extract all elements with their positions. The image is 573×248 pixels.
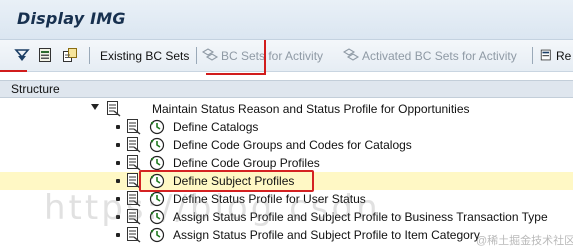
execute-clock-icon[interactable] [149,137,166,153]
document-icon [127,137,141,153]
release-notes-label: Re [556,49,572,63]
release-notes-icon [540,49,551,61]
activated-bc-set-icon [343,48,360,61]
bc-sets-for-activity-label: BC Sets for Activity [221,49,324,63]
release-notes-button[interactable]: Re [540,47,571,65]
bullet-icon [116,179,120,183]
structure-header: Structure [0,80,573,98]
execute-clock-icon[interactable] [149,227,166,243]
document-icon[interactable] [37,47,53,63]
title-bar: Display IMG [0,0,573,40]
execute-clock-icon[interactable] [149,119,166,135]
bullet-icon [116,233,120,237]
annotation-line [206,73,266,75]
document-icon [127,227,141,243]
activated-bc-sets-label: Activated BC Sets for Activity [362,49,517,63]
existing-bc-sets-button[interactable]: Existing BC Sets [100,47,189,65]
toolbar-separator [196,47,197,64]
tree-node-label: Define Catalogs [173,120,259,134]
tree-node-root[interactable]: Maintain Status Reason and Status Profil… [0,100,573,118]
window-title: Display IMG [17,9,126,28]
annotation-line [264,40,266,75]
execute-clock-icon[interactable] [149,155,166,171]
document-icon [107,101,121,117]
tree-node-label: Define Code Group Profiles [173,156,320,170]
expand-arrow-icon[interactable] [91,104,99,110]
bc-sets-for-activity-button[interactable]: BC Sets for Activity [202,47,323,65]
toolbar-separator [89,47,90,64]
toolbar-separator [532,47,533,64]
tree-node-label: Assign Status Profile and Subject Profil… [173,228,480,242]
bullet-icon [116,161,120,165]
watermark-site: @稀土掘金技术社区 [476,235,573,247]
document-icon [127,119,141,135]
tree-node-label: Maintain Status Reason and Status Profil… [152,102,470,116]
bullet-icon [116,125,120,129]
tree-node-label: Define Code Groups and Codes for Catalog… [173,138,412,152]
watermark-url: https://blog.csdn... [44,188,423,228]
where-used-icon[interactable] [62,47,78,63]
document-icon [127,155,141,171]
expand-tree-icon[interactable] [14,47,30,63]
bullet-icon [116,143,120,147]
application-toolbar: Existing BC Sets BC Sets for Activity Ac… [0,40,573,72]
bc-set-icon [202,48,219,61]
tree-node[interactable]: Define Catalogs [0,118,573,136]
annotation-line [0,70,27,72]
tree-node[interactable]: Define Code Groups and Codes for Catalog… [0,136,573,154]
existing-bc-sets-label: Existing BC Sets [100,49,190,63]
activated-bc-sets-button[interactable]: Activated BC Sets for Activity [343,47,517,65]
